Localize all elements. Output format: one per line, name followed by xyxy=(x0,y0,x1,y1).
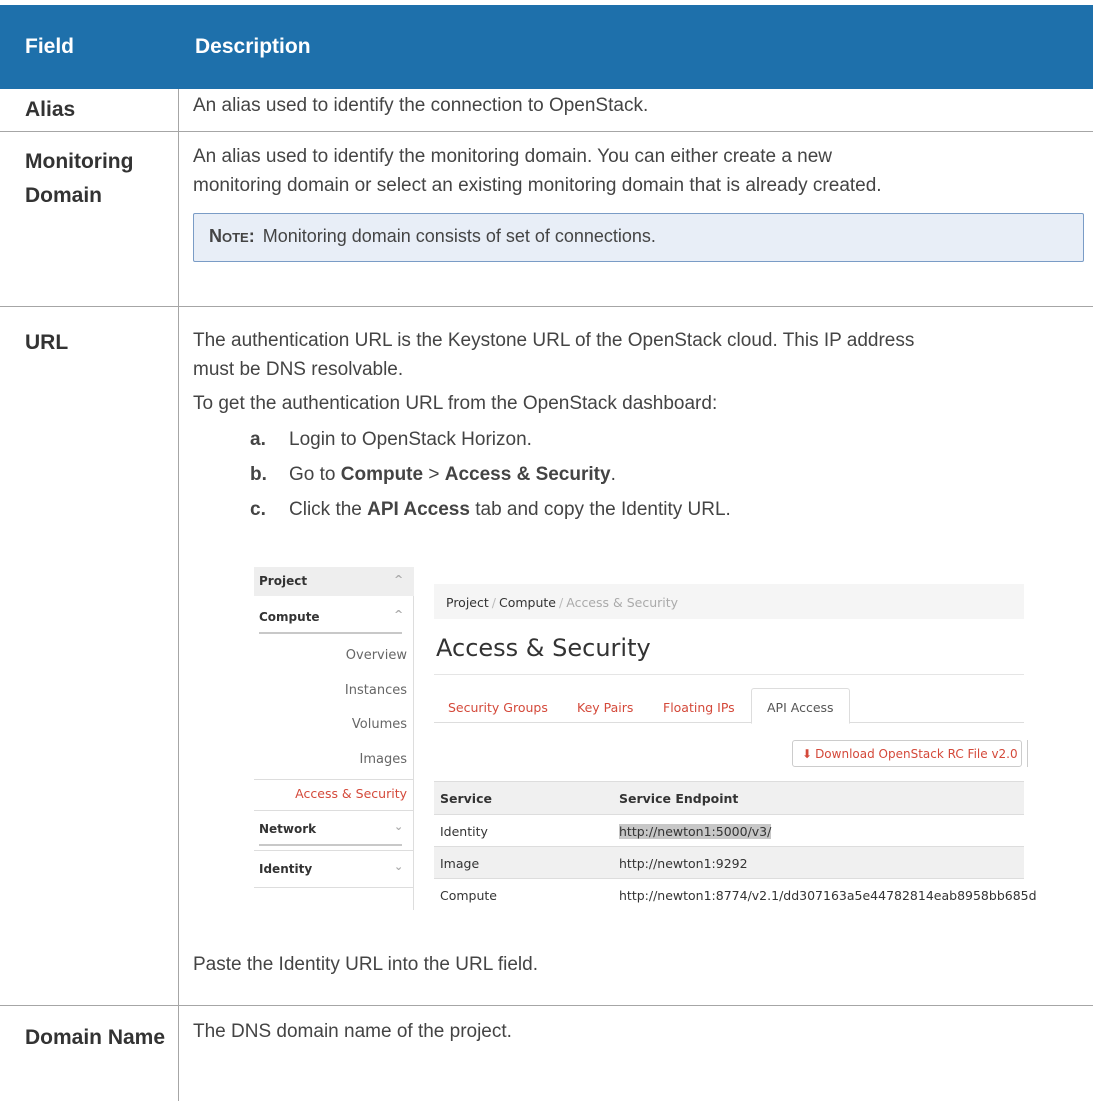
sidebar-item-instances[interactable]: Instances xyxy=(345,683,407,698)
step-letter: b. xyxy=(250,464,267,485)
field-name-domain-name: Domain Name xyxy=(25,1026,166,1049)
field-name-url: URL xyxy=(25,331,69,354)
tab-api-access[interactable]: API Access xyxy=(751,688,850,724)
download-rc-label: Download OpenStack RC File v2.0 xyxy=(815,747,1018,761)
sidebar-section-project[interactable]: Project ^ xyxy=(254,567,414,596)
field-name-alias: Alias xyxy=(25,98,76,121)
description-monitoring-domain-line2: monitoring domain or select an existing … xyxy=(193,175,882,196)
chevron-down-icon: ⌄ xyxy=(394,820,404,833)
description-url-line2: must be DNS resolvable. xyxy=(193,359,404,380)
step-text: Login to OpenStack Horizon. xyxy=(289,429,532,450)
note-text: Monitoring domain consists of set of con… xyxy=(262,226,656,246)
sidebar-item-volumes[interactable]: Volumes xyxy=(352,717,407,732)
table-row-alias: Alias An alias used to identify the conn… xyxy=(0,89,1093,132)
horizon-sidebar: Project ^ Compute ^ Overview Instances V… xyxy=(254,567,414,910)
breadcrumb-project[interactable]: Project xyxy=(446,595,489,610)
description-url-intro: To get the authentication URL from the O… xyxy=(193,393,718,414)
field-name-monitoring-domain: Monitoring Domain xyxy=(25,150,134,207)
tab-key-pairs[interactable]: Key Pairs xyxy=(577,700,633,715)
page-title: Access & Security xyxy=(436,634,651,662)
sidebar-item-images[interactable]: Images xyxy=(360,752,408,767)
description-url-closing: Paste the Identity URL into the URL fiel… xyxy=(193,954,538,975)
breadcrumb-compute[interactable]: Compute xyxy=(499,595,556,610)
step-letter: c. xyxy=(250,499,266,520)
openstack-screenshot: Project ^ Compute ^ Overview Instances V… xyxy=(254,567,1037,910)
download-icon: ⬇ xyxy=(802,747,813,761)
sidebar-item-overview[interactable]: Overview xyxy=(346,648,407,663)
tab-bar: Security Groups Key Pairs Floating IPs A… xyxy=(434,688,1024,724)
table-row: Compute http://newton1:8774/v2.1/dd30716… xyxy=(434,878,1037,910)
chevron-down-icon: ⌄ xyxy=(394,860,404,873)
table-row: Identity http://newton1:5000/v3/ xyxy=(434,814,1024,846)
note-label: Note: xyxy=(209,226,255,246)
chevron-up-icon: ^ xyxy=(394,608,404,621)
sidebar-section-compute[interactable]: Compute ^ xyxy=(254,596,414,636)
chevron-up-icon: ^ xyxy=(394,573,404,586)
description-monitoring-domain-line1: An alias used to identify the monitoring… xyxy=(193,146,833,167)
note-box: Note: Monitoring domain consists of set o… xyxy=(193,213,1084,262)
description-alias: An alias used to identify the connection… xyxy=(193,95,649,116)
step-letter: a. xyxy=(250,429,266,450)
table-header: Field Description xyxy=(0,5,1093,89)
table-row-domain-name: Domain Name The DNS domain name of the p… xyxy=(0,1006,1093,1101)
breadcrumb-current: Access & Security xyxy=(566,595,679,610)
step-bold-access-security: Access & Security xyxy=(444,464,611,485)
tab-security-groups[interactable]: Security Groups xyxy=(448,700,548,715)
description-domain-name: The DNS domain name of the project. xyxy=(193,1021,512,1042)
table-header-row: Service Service Endpoint xyxy=(434,781,1024,814)
tab-floating-ips[interactable]: Floating IPs xyxy=(663,700,735,715)
sidebar-item-access-security[interactable]: Access & Security xyxy=(295,786,407,801)
identity-url-highlight[interactable]: http://newton1:5000/v3/ xyxy=(619,824,772,839)
step-bold-api-access: API Access xyxy=(367,499,470,520)
header-field: Field xyxy=(25,35,75,58)
download-rc-button[interactable]: ⬇ Download OpenStack RC File v2.0 xyxy=(792,740,1022,767)
horizon-main: Project / Compute / Access & Security Access… xyxy=(434,567,1037,910)
sidebar-section-identity[interactable]: Identity ⌄ xyxy=(254,850,414,886)
column-header-endpoint: Service Endpoint xyxy=(619,791,739,806)
breadcrumb: Project / Compute / Access & Security xyxy=(434,584,1024,619)
table-row-monitoring-domain: Monitoring Domain An alias used to ident… xyxy=(0,132,1093,307)
header-description: Description xyxy=(195,35,311,58)
table-row: Image http://newton1:9292 xyxy=(434,846,1024,878)
sidebar-section-network[interactable]: Network ⌄ xyxy=(254,812,414,848)
column-header-service: Service xyxy=(440,791,492,806)
description-url-line1: The authentication URL is the Keystone U… xyxy=(193,330,915,351)
step-bold-compute: Compute xyxy=(340,464,424,485)
